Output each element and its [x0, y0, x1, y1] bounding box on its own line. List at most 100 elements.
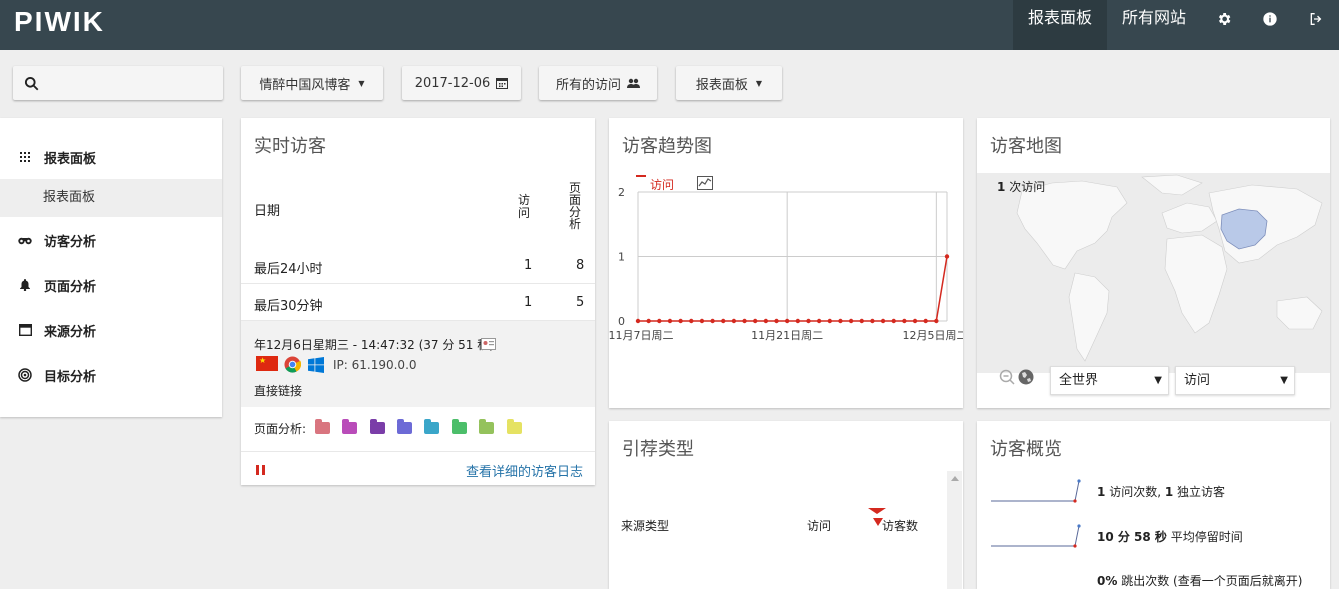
overview-avg-time: 10 分 58 秒 平均停留时间: [1097, 528, 1243, 545]
chart-type-icon[interactable]: [697, 176, 713, 190]
data-point[interactable]: [902, 318, 907, 324]
segment-selector[interactable]: 所有的访问: [539, 66, 657, 100]
legend-label[interactable]: 访问: [650, 176, 674, 193]
scroll-up-icon[interactable]: [951, 476, 959, 481]
pause-icon[interactable]: [256, 465, 266, 475]
col-referrer-type[interactable]: 来源类型: [621, 517, 669, 534]
page-folder-icon[interactable]: [397, 419, 412, 434]
metric-select[interactable]: 访问 ▼: [1175, 366, 1295, 395]
search-icon: [24, 76, 39, 90]
site-selector[interactable]: 情醉中国风博客 ▼: [241, 66, 383, 100]
visitor-map-widget: 访客地图 1 次访问 全世界 ▼ 访问 ▼: [977, 118, 1330, 408]
data-point[interactable]: [891, 318, 896, 324]
data-point[interactable]: [774, 318, 779, 324]
data-point[interactable]: [742, 318, 747, 324]
overview-unique-label: 独立访客: [1177, 485, 1226, 499]
visit-referrer: 直接链接: [254, 384, 303, 398]
data-point[interactable]: [912, 318, 918, 324]
data-point[interactable]: [934, 318, 939, 324]
data-point[interactable]: [795, 318, 801, 324]
data-point[interactable]: [657, 318, 662, 324]
menu-item-actions[interactable]: 页面分析: [0, 265, 222, 305]
page-folder-icon[interactable]: [507, 419, 522, 434]
data-point[interactable]: [710, 318, 715, 324]
submenu-item-dashboard[interactable]: 报表面板: [0, 179, 222, 217]
search-input[interactable]: [45, 75, 215, 91]
data-point[interactable]: [848, 318, 854, 324]
sparkline: [991, 524, 1081, 548]
info-icon[interactable]: [1247, 0, 1293, 50]
overview-visits: 1 访问次数, 1 独立访客: [1097, 483, 1225, 500]
page-folder-icon[interactable]: [424, 419, 439, 434]
data-point[interactable]: [816, 318, 822, 324]
map-visits-info: 1 次访问: [997, 178, 1045, 195]
data-point[interactable]: [646, 318, 651, 324]
menu-item-dashboard[interactable]: 报表面板: [0, 137, 222, 177]
map-visits-label: 次访问: [1009, 180, 1046, 194]
grid-icon: [17, 152, 33, 162]
logout-icon[interactable]: [1293, 0, 1339, 50]
data-point[interactable]: [838, 318, 843, 324]
globe-icon[interactable]: [1018, 369, 1034, 385]
dashboard-selector-label: 报表面板: [695, 77, 748, 93]
data-point[interactable]: [859, 318, 864, 324]
region-select[interactable]: 全世界 ▼: [1050, 366, 1169, 395]
data-point[interactable]: [880, 318, 886, 324]
series-line-visits: [638, 256, 948, 322]
visit-time: 年12月6日星期三 - 14:47:32 (37 分 51 秒): [254, 338, 494, 352]
widget-title: 访客概览: [990, 439, 1062, 460]
col-visits[interactable]: 访问: [807, 517, 831, 534]
nav-dashboard[interactable]: 报表面板: [1012, 0, 1107, 50]
data-point[interactable]: [699, 318, 705, 324]
page-folder-icon[interactable]: [315, 419, 330, 434]
visit-entry[interactable]: 年12月6日星期三 - 14:47:32 (37 分 51 秒) ★ IP: 6…: [241, 321, 595, 407]
data-point[interactable]: [944, 254, 950, 259]
y-tick-label: 0: [618, 315, 625, 328]
data-point[interactable]: [635, 318, 641, 324]
widget-title: 访客地图: [990, 136, 1062, 157]
col-visitors[interactable]: 访客数: [882, 517, 918, 534]
page-folder-icon[interactable]: [452, 419, 467, 434]
dashboard-selector[interactable]: 报表面板 ▼: [676, 66, 782, 100]
col-visits-header: 访 问: [518, 193, 531, 220]
menu-item-label: 目标分析: [44, 369, 97, 385]
row-pages: 5: [576, 295, 585, 310]
visitor-profile-icon[interactable]: [481, 338, 496, 350]
search-box[interactable]: [13, 66, 223, 100]
data-point[interactable]: [784, 318, 790, 324]
page-folder-icon[interactable]: [342, 419, 357, 434]
data-point[interactable]: [689, 318, 694, 324]
overview-avg-time-label: 平均停留时间: [1170, 530, 1243, 544]
data-point[interactable]: [763, 318, 769, 324]
data-point[interactable]: [923, 318, 928, 324]
visitor-log-link[interactable]: 查看详细的访客日志: [466, 461, 583, 480]
page-folder-icon[interactable]: [479, 419, 494, 434]
piwik-logo[interactable]: PIWIK: [14, 6, 105, 38]
menu-item-referrers[interactable]: 来源分析: [0, 310, 222, 350]
widget-title: 引荐类型: [622, 439, 694, 460]
map-visits-count: 1: [997, 180, 1006, 194]
world-map[interactable]: [977, 173, 1330, 373]
data-point[interactable]: [753, 318, 758, 324]
scrollbar[interactable]: [947, 471, 962, 589]
caret-down-icon: ▼: [358, 78, 365, 88]
data-point[interactable]: [678, 318, 683, 324]
legend-swatch: [636, 175, 646, 177]
menu-item-visitors[interactable]: 访客分析: [0, 220, 222, 260]
zoom-out-icon[interactable]: [999, 369, 1015, 385]
data-point[interactable]: [667, 318, 673, 324]
date-selector[interactable]: 2017-12-06: [402, 66, 521, 100]
nav-all-websites[interactable]: 所有网站: [1107, 0, 1201, 50]
data-point[interactable]: [721, 318, 726, 324]
page-folder-icon[interactable]: [370, 419, 385, 434]
data-point[interactable]: [731, 318, 737, 324]
menu-item-label: 页面分析: [44, 279, 97, 295]
realtime-widget: 实时访客 日期 访 问 页 面 分 析 最后24小时 1 8 最后30分钟 1 …: [241, 118, 595, 485]
data-point[interactable]: [870, 318, 875, 324]
gear-icon[interactable]: [1201, 0, 1247, 50]
menu-item-goals[interactable]: 目标分析: [0, 355, 222, 395]
visit-pages: 页面分析:: [241, 408, 595, 452]
x-tick-label: 11月21日周二: [751, 329, 823, 342]
data-point[interactable]: [806, 318, 811, 324]
data-point[interactable]: [827, 318, 832, 324]
